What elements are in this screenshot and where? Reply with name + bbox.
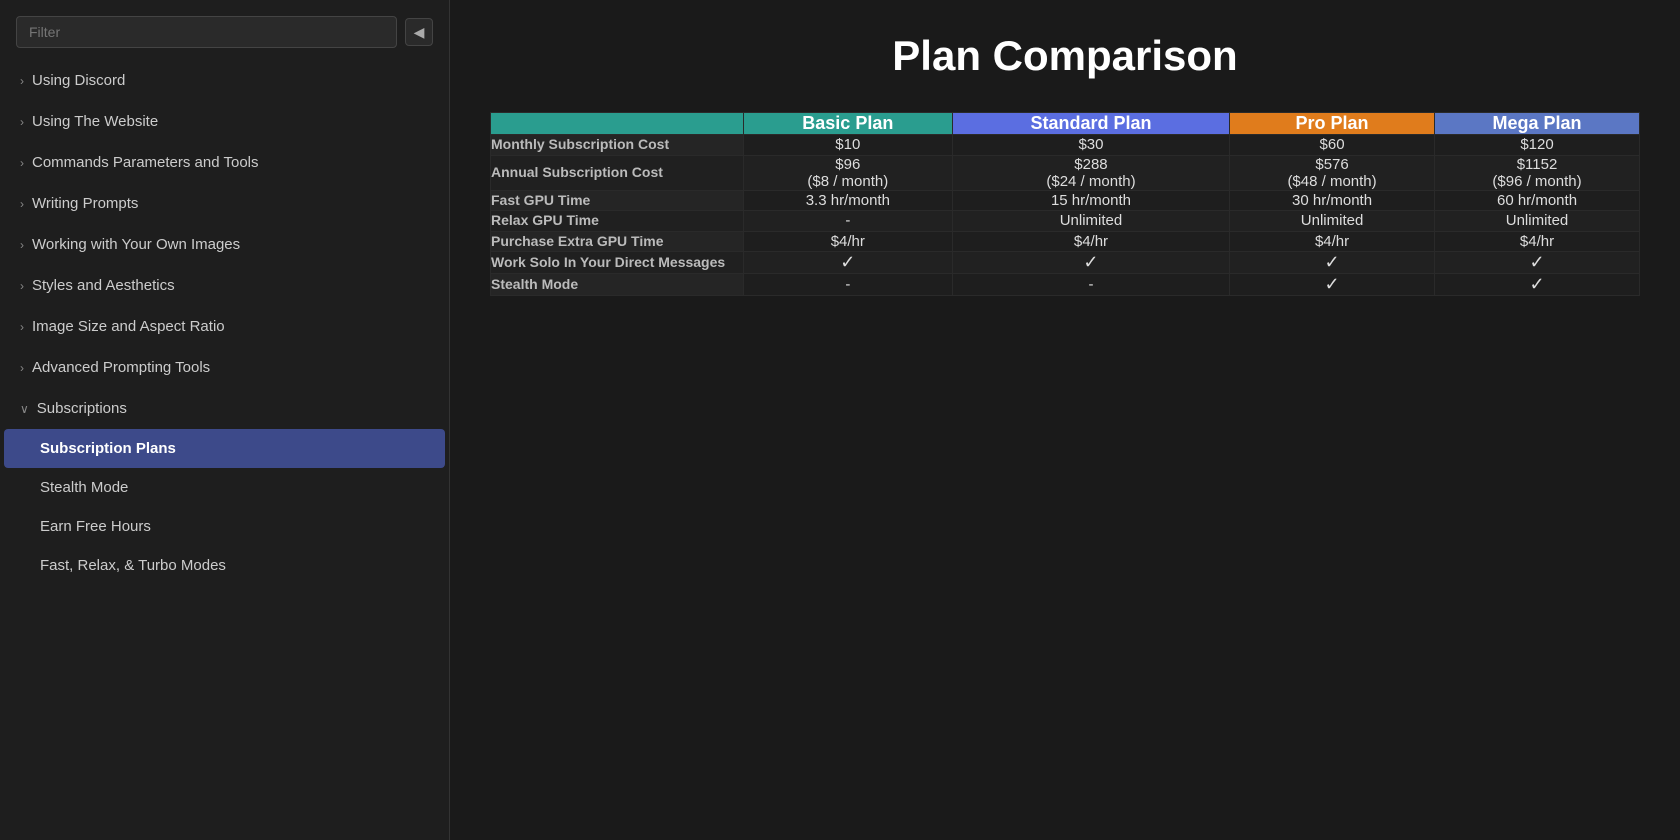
row-val-basic: 3.3 hr/month <box>743 190 952 211</box>
row-val-pro: Unlimited <box>1230 211 1435 232</box>
sidebar-item-styles-aesthetics[interactable]: › Styles and Aesthetics <box>4 265 445 306</box>
nav-list: › Using Discord › Using The Website › Command… <box>0 60 449 585</box>
table-row: Fast GPU Time3.3 hr/month15 hr/month30 h… <box>491 190 1640 211</box>
chevron-icon: › <box>20 279 24 293</box>
chevron-icon: ∨ <box>20 402 29 416</box>
row-val-standard: $4/hr <box>952 231 1229 252</box>
plan-comparison-table: Basic Plan Standard Plan Pro Plan Mega P… <box>490 112 1640 296</box>
main-content: Plan Comparison Basic Plan Standard Plan… <box>450 0 1680 840</box>
row-val-basic: $4/hr <box>743 231 952 252</box>
row-val-pro: $4/hr <box>1230 231 1435 252</box>
checkmark-icon: ✓ <box>1325 252 1340 272</box>
chevron-icon: › <box>20 361 24 375</box>
page-title: Plan Comparison <box>490 32 1640 80</box>
sidebar-item-using-website[interactable]: › Using The Website <box>4 101 445 142</box>
row-val-standard: Unlimited <box>952 211 1229 232</box>
chevron-icon: › <box>20 156 24 170</box>
table-row: Purchase Extra GPU Time$4/hr$4/hr$4/hr$4… <box>491 231 1640 252</box>
row-val-mega: $120 <box>1435 135 1640 156</box>
checkmark-icon: ✓ <box>1083 252 1098 272</box>
row-val-pro: $60 <box>1230 135 1435 156</box>
sidebar: ◀ › Using Discord › Using The Website › Comma… <box>0 0 450 840</box>
chevron-icon: › <box>20 320 24 334</box>
table-header-standard: Standard Plan <box>952 113 1229 135</box>
row-val-mega: ✓ <box>1435 274 1640 296</box>
sidebar-subitem-earn-free-hours[interactable]: Earn Free Hours <box>4 507 445 546</box>
filter-input[interactable] <box>16 16 397 48</box>
row-val-standard: $30 <box>952 135 1229 156</box>
table-header-basic: Basic Plan <box>743 113 952 135</box>
row-label: Monthly Subscription Cost <box>491 135 744 156</box>
table-body: Monthly Subscription Cost$10$30$60$120An… <box>491 135 1640 296</box>
row-label: Fast GPU Time <box>491 190 744 211</box>
chevron-left-icon: ◀ <box>414 24 425 41</box>
row-val-standard: ✓ <box>952 252 1229 274</box>
row-val-pro: ✓ <box>1230 274 1435 296</box>
row-val-basic: - <box>743 274 952 296</box>
sidebar-item-label: Using Discord <box>32 72 125 89</box>
row-val-basic: $10 <box>743 135 952 156</box>
row-label: Work Solo In Your Direct Messages <box>491 252 744 274</box>
row-val-pro: $576($48 / month) <box>1230 155 1435 190</box>
sidebar-item-working-images[interactable]: › Working with Your Own Images <box>4 224 445 265</box>
sidebar-item-image-size[interactable]: › Image Size and Aspect Ratio <box>4 306 445 347</box>
row-val-mega: 60 hr/month <box>1435 190 1640 211</box>
sidebar-item-subscriptions[interactable]: ∨ Subscriptions <box>4 388 445 429</box>
row-label: Relax GPU Time <box>491 211 744 232</box>
sidebar-item-label: Subscriptions <box>37 400 127 417</box>
sidebar-subitem-fast-relax-turbo[interactable]: Fast, Relax, & Turbo Modes <box>4 546 445 585</box>
table-header-mega: Mega Plan <box>1435 113 1640 135</box>
row-val-basic: ✓ <box>743 252 952 274</box>
chevron-icon: › <box>20 238 24 252</box>
filter-wrapper: ◀ <box>0 0 449 60</box>
chevron-icon: › <box>20 74 24 88</box>
collapse-sidebar-button[interactable]: ◀ <box>405 18 433 46</box>
table-row: Annual Subscription Cost$96($8 / month)$… <box>491 155 1640 190</box>
row-val-basic: $96($8 / month) <box>743 155 952 190</box>
row-val-standard: $288($24 / month) <box>952 155 1229 190</box>
row-label: Purchase Extra GPU Time <box>491 231 744 252</box>
row-val-standard: 15 hr/month <box>952 190 1229 211</box>
row-val-pro: ✓ <box>1230 252 1435 274</box>
table-row: Relax GPU Time-UnlimitedUnlimitedUnlimit… <box>491 211 1640 232</box>
sidebar-item-writing-prompts[interactable]: › Writing Prompts <box>4 183 445 224</box>
sidebar-item-label: Using The Website <box>32 113 158 130</box>
row-label: Stealth Mode <box>491 274 744 296</box>
row-val-mega: Unlimited <box>1435 211 1640 232</box>
sidebar-item-label: Image Size and Aspect Ratio <box>32 318 225 335</box>
checkmark-icon: ✓ <box>1325 274 1340 294</box>
sidebar-item-label: Advanced Prompting Tools <box>32 359 210 376</box>
sidebar-item-label: Styles and Aesthetics <box>32 277 175 294</box>
table-row: Monthly Subscription Cost$10$30$60$120 <box>491 135 1640 156</box>
table-header-pro: Pro Plan <box>1230 113 1435 135</box>
row-val-mega: $4/hr <box>1435 231 1640 252</box>
table-header-row: Basic Plan Standard Plan Pro Plan Mega P… <box>491 113 1640 135</box>
checkmark-icon: ✓ <box>1529 274 1544 294</box>
chevron-icon: › <box>20 197 24 211</box>
sidebar-item-label: Writing Prompts <box>32 195 138 212</box>
table-header-feature <box>491 113 744 135</box>
sidebar-subitem-stealth-mode[interactable]: Stealth Mode <box>4 468 445 507</box>
sidebar-item-commands-params[interactable]: › Commands Parameters and Tools <box>4 142 445 183</box>
table-row: Stealth Mode--✓✓ <box>491 274 1640 296</box>
table-row: Work Solo In Your Direct Messages ✓ ✓ ✓ ✓ <box>491 252 1640 274</box>
sidebar-item-label: Commands Parameters and Tools <box>32 154 259 171</box>
sidebar-subitem-subscription-plans[interactable]: Subscription Plans <box>4 429 445 468</box>
chevron-icon: › <box>20 115 24 129</box>
row-label: Annual Subscription Cost <box>491 155 744 190</box>
sidebar-item-using-discord[interactable]: › Using Discord <box>4 60 445 101</box>
checkmark-icon: ✓ <box>840 252 855 272</box>
row-val-basic: - <box>743 211 952 232</box>
checkmark-icon: ✓ <box>1529 252 1544 272</box>
sidebar-item-label: Working with Your Own Images <box>32 236 240 253</box>
row-val-pro: 30 hr/month <box>1230 190 1435 211</box>
row-val-mega: ✓ <box>1435 252 1640 274</box>
row-val-standard: - <box>952 274 1229 296</box>
row-val-mega: $1152($96 / month) <box>1435 155 1640 190</box>
sidebar-item-advanced-prompting[interactable]: › Advanced Prompting Tools <box>4 347 445 388</box>
